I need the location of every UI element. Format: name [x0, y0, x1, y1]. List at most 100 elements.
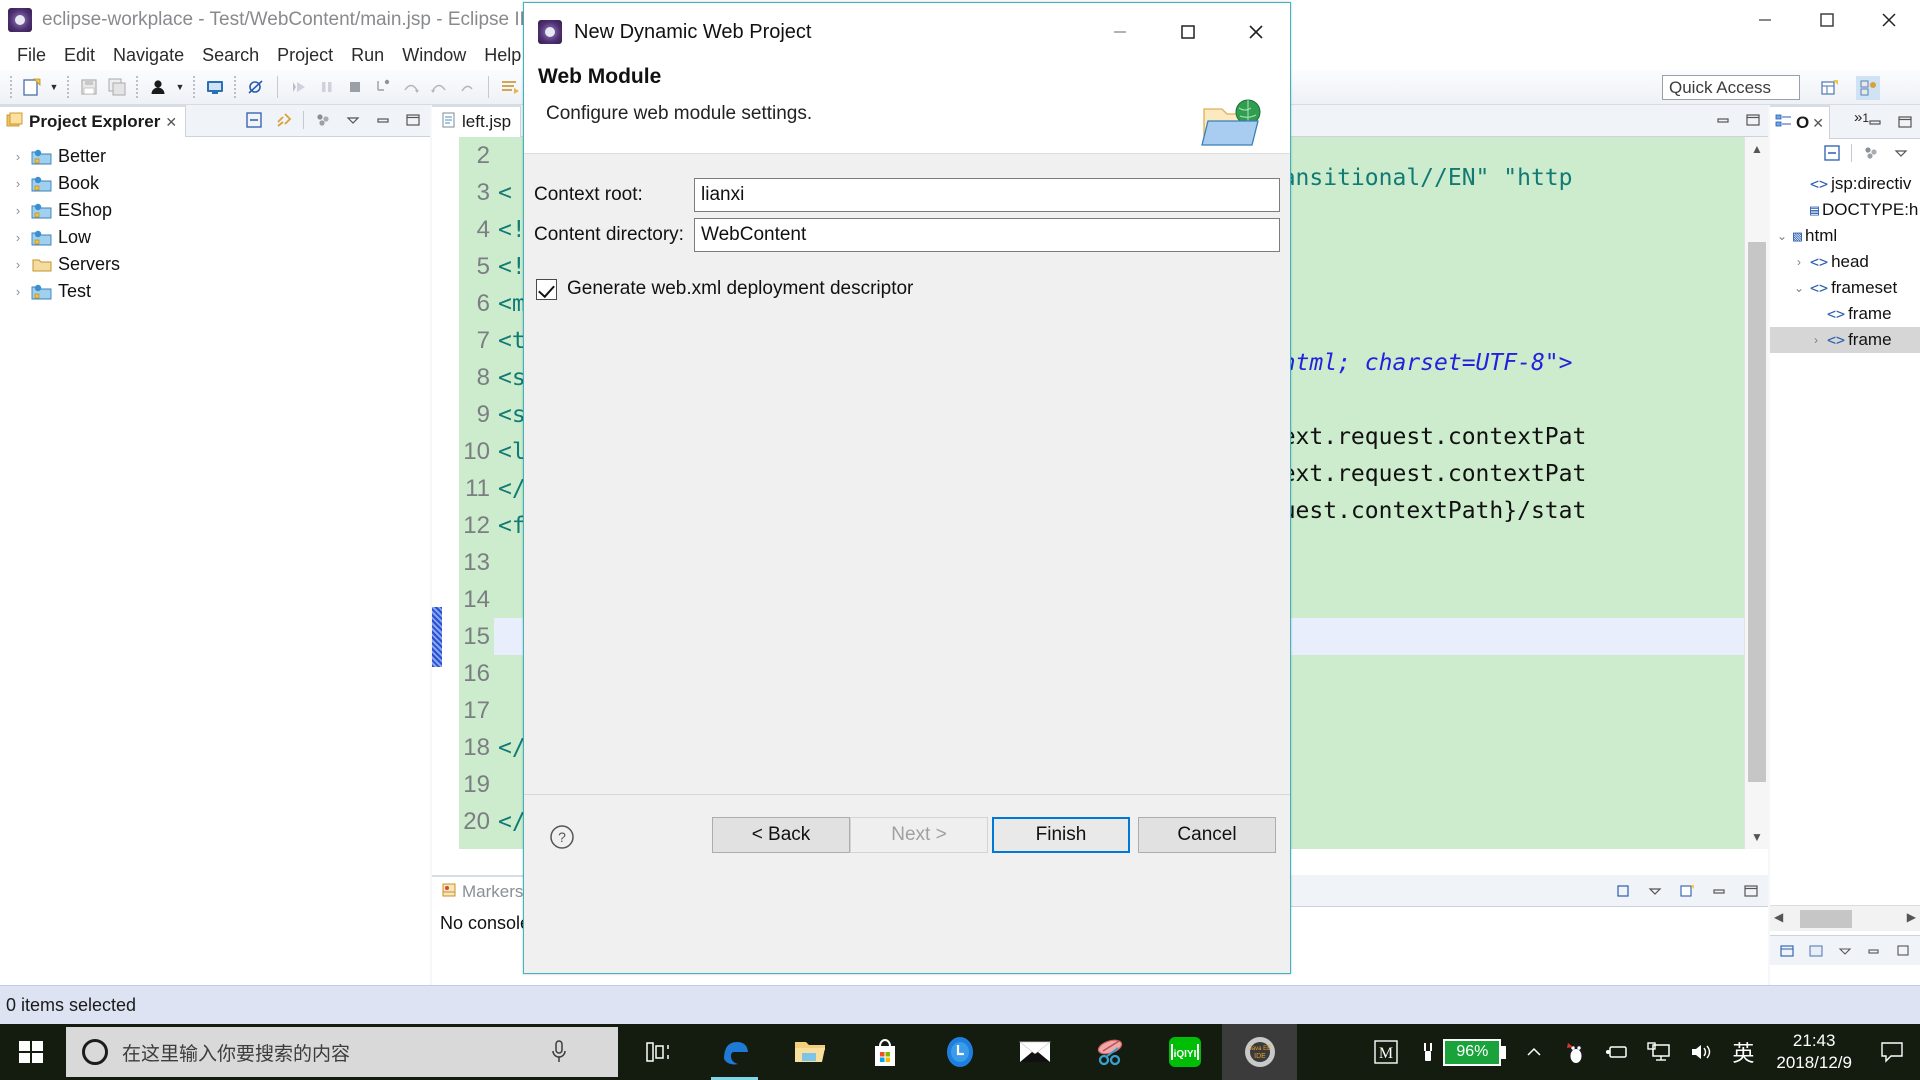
generate-webxml-checkbox[interactable]: [536, 278, 557, 300]
editor-vertical-scrollbar[interactable]: ▲ ▼: [1744, 137, 1768, 849]
chevron-right-icon[interactable]: ›: [10, 284, 26, 299]
back-button[interactable]: < Back: [712, 817, 850, 853]
battery-indicator[interactable]: 96%: [1443, 1024, 1512, 1080]
generate-webxml-row[interactable]: Generate web.xml deployment descriptor: [536, 278, 1290, 300]
new-wizard-icon[interactable]: [19, 74, 45, 100]
m-letter-icon[interactable]: M: [1359, 1024, 1413, 1080]
chevron-right-icon[interactable]: ›: [10, 176, 26, 191]
collapse-all-icon[interactable]: [243, 109, 265, 131]
outline-horizontal-scrollbar[interactable]: ◀ ▶: [1770, 905, 1920, 931]
network-icon[interactable]: [1638, 1024, 1680, 1080]
edge-icon[interactable]: [697, 1024, 772, 1080]
menu-project[interactable]: Project: [268, 44, 342, 67]
scrollbar-thumb[interactable]: [1800, 910, 1852, 928]
volume-icon[interactable]: [1680, 1024, 1722, 1080]
save-all-icon[interactable]: [104, 74, 130, 100]
collapse-all-icon[interactable]: [1821, 142, 1843, 164]
content-directory-input[interactable]: WebContent: [694, 218, 1280, 252]
tree-item-servers[interactable]: › Servers: [0, 251, 430, 278]
help-icon[interactable]: ?: [548, 823, 576, 851]
search-input[interactable]: 在这里输入你要搜索的内容: [66, 1027, 618, 1077]
windows-start-icon[interactable]: [0, 1024, 62, 1080]
outline-item[interactable]: › <> head: [1770, 249, 1920, 275]
save-icon[interactable]: [76, 74, 102, 100]
minimize-icon[interactable]: [372, 109, 394, 131]
chevron-right-icon[interactable]: ›: [1808, 333, 1824, 347]
minimize-icon[interactable]: [1863, 940, 1885, 962]
outline-item[interactable]: › <> frame: [1770, 327, 1920, 353]
chevron-up-icon[interactable]: ▲: [1745, 137, 1768, 161]
view-menu-icon[interactable]: [312, 109, 334, 131]
chevron-left-icon[interactable]: ◀: [1774, 910, 1783, 924]
tree-item-book[interactable]: › Book: [0, 170, 430, 197]
open-type-icon[interactable]: [497, 74, 523, 100]
chevron-right-icon[interactable]: ›: [10, 149, 26, 164]
tree-item-low[interactable]: › Low: [0, 224, 430, 251]
menu-window[interactable]: Window: [393, 44, 475, 67]
close-icon[interactable]: ✕: [165, 114, 177, 131]
view-menu-chevron-down-icon[interactable]: [1644, 880, 1666, 902]
tab-left-jsp[interactable]: left.jsp: [432, 105, 522, 137]
qq-penguin-icon[interactable]: [1556, 1024, 1596, 1080]
menu-edit[interactable]: Edit: [55, 44, 104, 67]
maximize-icon[interactable]: [1796, 0, 1858, 40]
outline-item[interactable]: <> frame: [1770, 301, 1920, 327]
sort-icon[interactable]: [1860, 142, 1882, 164]
outline-item[interactable]: <> jsp:directiv: [1770, 171, 1920, 197]
cancel-button[interactable]: Cancel: [1138, 817, 1276, 853]
maximize-icon[interactable]: [1894, 111, 1916, 133]
menu-help[interactable]: Help: [475, 44, 530, 67]
terminal-icon[interactable]: [202, 74, 228, 100]
menu-file[interactable]: File: [8, 44, 55, 67]
microsoft-store-icon[interactable]: [847, 1024, 922, 1080]
microphone-icon[interactable]: [550, 1039, 568, 1065]
minimize-icon[interactable]: [1712, 109, 1734, 131]
chevron-right-icon[interactable]: ›: [10, 230, 26, 245]
skip-breakpoints-icon[interactable]: [243, 74, 269, 100]
outline-item[interactable]: ▤ DOCTYPE:h: [1770, 197, 1920, 223]
tab-markers[interactable]: Markers: [432, 875, 534, 907]
view-menu-chevron-down-icon[interactable]: [1890, 142, 1912, 164]
usb-device-icon[interactable]: [1596, 1024, 1638, 1080]
tree-item-better[interactable]: › Better: [0, 143, 430, 170]
view-menu-chevron-down-icon[interactable]: [342, 109, 364, 131]
chevron-right-icon[interactable]: ›: [10, 257, 26, 272]
context-root-input[interactable]: lianxi: [694, 178, 1280, 212]
pin-icon[interactable]: [1612, 880, 1634, 902]
new-wizard-dropdown-arrow-icon[interactable]: ▼: [47, 74, 61, 100]
chevron-down-icon[interactable]: ▼: [1745, 825, 1768, 849]
maximize-icon[interactable]: [1892, 940, 1914, 962]
quick-access-input[interactable]: Quick Access: [1662, 75, 1800, 100]
minimize-icon[interactable]: [1086, 3, 1154, 61]
maximize-icon[interactable]: [1742, 109, 1764, 131]
close-icon[interactable]: [1858, 0, 1920, 40]
file-explorer-icon[interactable]: [772, 1024, 847, 1080]
ime-indicator[interactable]: 英: [1722, 1024, 1764, 1080]
power-plug-icon[interactable]: [1413, 1024, 1443, 1080]
task-view-icon[interactable]: [622, 1024, 697, 1080]
view-menu-chevron-down-icon[interactable]: [1834, 940, 1856, 962]
properties-icon[interactable]: [1776, 940, 1798, 962]
action-center-icon[interactable]: [1864, 1024, 1920, 1080]
maximize-icon[interactable]: [1740, 880, 1762, 902]
tab-project-explorer[interactable]: Project Explorer ✕: [0, 105, 187, 137]
close-icon[interactable]: [1222, 3, 1290, 61]
minimize-icon[interactable]: [1708, 880, 1730, 902]
finish-button[interactable]: Finish: [992, 817, 1130, 853]
snippets-icon[interactable]: [1805, 940, 1827, 962]
chevron-down-icon[interactable]: ⌄: [1791, 281, 1807, 295]
tree-item-test[interactable]: › Test: [0, 278, 430, 305]
scrollbar-thumb[interactable]: [1748, 242, 1766, 782]
iqiyi-icon[interactable]: iQIYI: [1147, 1024, 1222, 1080]
maximize-icon[interactable]: [402, 109, 424, 131]
outline-item[interactable]: ⌄ ▧ html: [1770, 223, 1920, 249]
outline-item[interactable]: ⌄ <> frameset: [1770, 275, 1920, 301]
mail-icon[interactable]: [997, 1024, 1072, 1080]
menu-navigate[interactable]: Navigate: [104, 44, 193, 67]
minimize-icon[interactable]: [1864, 111, 1886, 133]
chevron-right-icon[interactable]: ›: [1791, 255, 1807, 269]
app-l-icon[interactable]: [922, 1024, 997, 1080]
chevron-right-icon[interactable]: ›: [10, 203, 26, 218]
chevron-down-icon[interactable]: ⌄: [1774, 229, 1790, 243]
chevron-right-icon[interactable]: ▶: [1907, 910, 1916, 924]
